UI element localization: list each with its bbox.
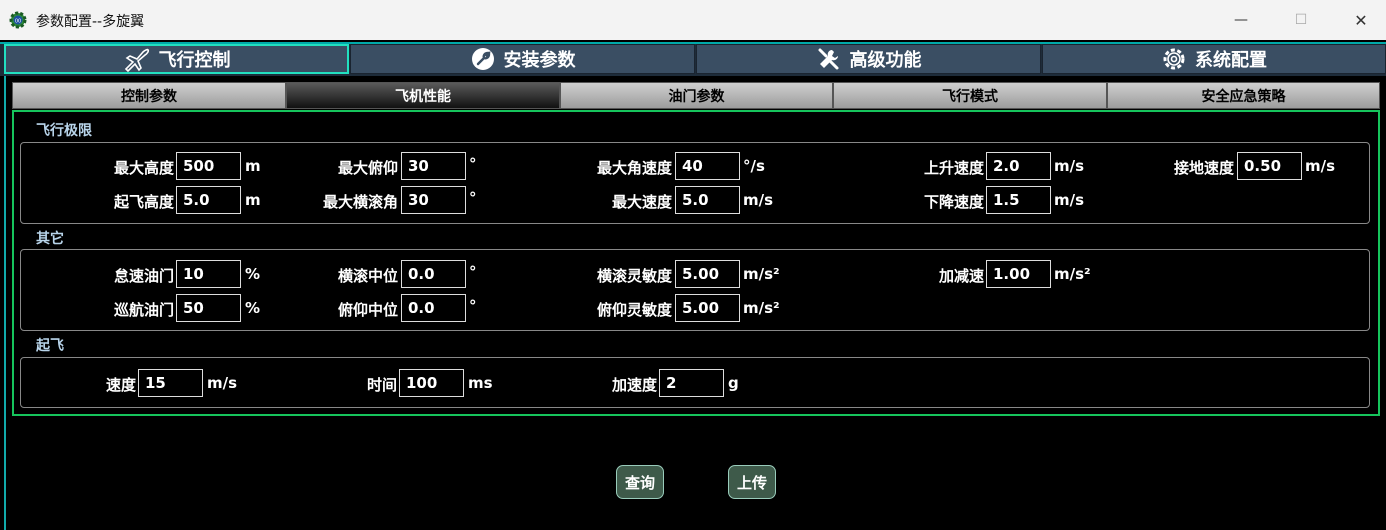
- label-idle-throttle: 怠速油门: [113, 267, 174, 285]
- close-button[interactable]: ✕: [1338, 0, 1384, 40]
- label-climb-speed: 上升速度: [923, 159, 984, 177]
- idle-throttle-input[interactable]: [176, 260, 241, 288]
- unit-pitch-sensitivity: m/s²: [743, 299, 780, 317]
- takeoff-time-input[interactable]: [399, 369, 464, 397]
- roll-center-input[interactable]: [401, 260, 466, 288]
- unit-accel-decel: m/s²: [1054, 265, 1091, 283]
- label-max-height: 最大高度: [113, 159, 174, 177]
- subtab-aircraft-performance[interactable]: 飞机性能: [286, 82, 560, 109]
- cruise-throttle-input[interactable]: [176, 294, 241, 322]
- subtab-flight-modes[interactable]: 飞行模式: [833, 82, 1107, 109]
- window-title: 参数配置--多旋翼: [36, 14, 145, 30]
- max-roll-input[interactable]: [401, 186, 466, 214]
- airplane-icon: [124, 48, 149, 72]
- unit-roll-sensitivity: m/s²: [743, 265, 780, 283]
- tab-label: 系统配置: [1195, 50, 1267, 71]
- wrench-icon: [471, 48, 494, 70]
- max-height-input[interactable]: [176, 152, 241, 180]
- section-title-takeoff: 起飞: [36, 338, 64, 354]
- label-landing-speed: 接地速度: [1173, 159, 1234, 177]
- query-button[interactable]: 查询: [616, 465, 664, 499]
- label-max-angular-speed: 最大角速度: [596, 159, 672, 177]
- unit-roll-center: °: [469, 263, 477, 281]
- maximize-button[interactable]: ☐: [1278, 0, 1324, 40]
- upload-button[interactable]: 上传: [728, 465, 776, 499]
- tab-advanced[interactable]: 高级功能: [696, 44, 1041, 74]
- label-takeoff-time: 时间: [366, 376, 397, 394]
- unit-pitch-center: °: [469, 297, 477, 315]
- descent-speed-input[interactable]: [986, 186, 1051, 214]
- tab-system-config[interactable]: 系统配置: [1042, 44, 1386, 74]
- takeoff-speed-input[interactable]: [138, 369, 203, 397]
- svg-text:00: 00: [15, 19, 21, 25]
- tools-icon: [818, 48, 838, 70]
- unit-max-speed: m/s: [743, 191, 774, 209]
- unit-takeoff-speed: m/s: [207, 374, 238, 392]
- label-takeoff-speed: 速度: [105, 376, 136, 394]
- section-title-other: 其它: [36, 231, 64, 247]
- unit-landing-speed: m/s: [1305, 157, 1336, 175]
- minimize-button[interactable]: —: [1218, 0, 1264, 40]
- unit-takeoff-acceleration: g: [728, 374, 739, 392]
- subtab-throttle-params[interactable]: 油门参数: [560, 82, 833, 109]
- unit-takeoff-time: ms: [468, 374, 493, 392]
- label-max-pitch: 最大俯仰: [337, 159, 398, 177]
- gear-icon: [1163, 48, 1185, 70]
- unit-climb-speed: m/s: [1054, 157, 1085, 175]
- max-angular-speed-input[interactable]: [675, 152, 740, 180]
- label-takeoff-acceleration: 加速度: [611, 376, 657, 394]
- unit-max-pitch: °: [469, 155, 477, 173]
- landing-speed-input[interactable]: [1237, 152, 1302, 180]
- accel-decel-input[interactable]: [986, 260, 1051, 288]
- label-takeoff-height: 起飞高度: [113, 193, 174, 211]
- subtab-safety-strategy[interactable]: 安全应急策略: [1107, 82, 1380, 109]
- label-descent-speed: 下降速度: [923, 193, 984, 211]
- label-max-speed: 最大速度: [611, 193, 672, 211]
- unit-descent-speed: m/s: [1054, 191, 1085, 209]
- label-roll-center: 横滚中位: [337, 267, 398, 285]
- section-title-flight-limits: 飞行极限: [36, 123, 92, 139]
- label-max-roll: 最大横滚角: [322, 193, 398, 211]
- label-pitch-center: 俯仰中位: [337, 301, 398, 319]
- tab-install-params[interactable]: 安装参数: [350, 44, 695, 74]
- tab-label: 飞行控制: [158, 50, 231, 71]
- label-accel-decel: 加减速: [938, 267, 984, 285]
- label-cruise-throttle: 巡航油门: [113, 301, 174, 319]
- subtab-control-params[interactable]: 控制参数: [12, 82, 286, 109]
- takeoff-acceleration-input[interactable]: [659, 369, 724, 397]
- label-pitch-sensitivity: 俯仰灵敏度: [596, 301, 672, 319]
- max-pitch-input[interactable]: [401, 152, 466, 180]
- unit-takeoff-height: m: [245, 191, 261, 209]
- max-speed-input[interactable]: [675, 186, 740, 214]
- unit-max-roll: °: [469, 189, 477, 207]
- pitch-sensitivity-input[interactable]: [675, 294, 740, 322]
- label-roll-sensitivity: 横滚灵敏度: [596, 267, 672, 285]
- tab-flight-control[interactable]: 飞行控制: [4, 44, 349, 74]
- unit-cruise-throttle: %: [245, 299, 261, 317]
- climb-speed-input[interactable]: [986, 152, 1051, 180]
- app-gear-icon: 00: [9, 11, 27, 29]
- roll-sensitivity-input[interactable]: [675, 260, 740, 288]
- unit-max-angular-speed: °/s: [743, 157, 765, 175]
- tab-label: 安装参数: [503, 50, 576, 71]
- pitch-center-input[interactable]: [401, 294, 466, 322]
- unit-idle-throttle: %: [245, 265, 261, 283]
- tab-label: 高级功能: [849, 50, 922, 71]
- title-bar: 00 参数配置--多旋翼 — ☐ ✕: [0, 0, 1386, 40]
- takeoff-height-input[interactable]: [176, 186, 241, 214]
- unit-max-height: m: [245, 157, 261, 175]
